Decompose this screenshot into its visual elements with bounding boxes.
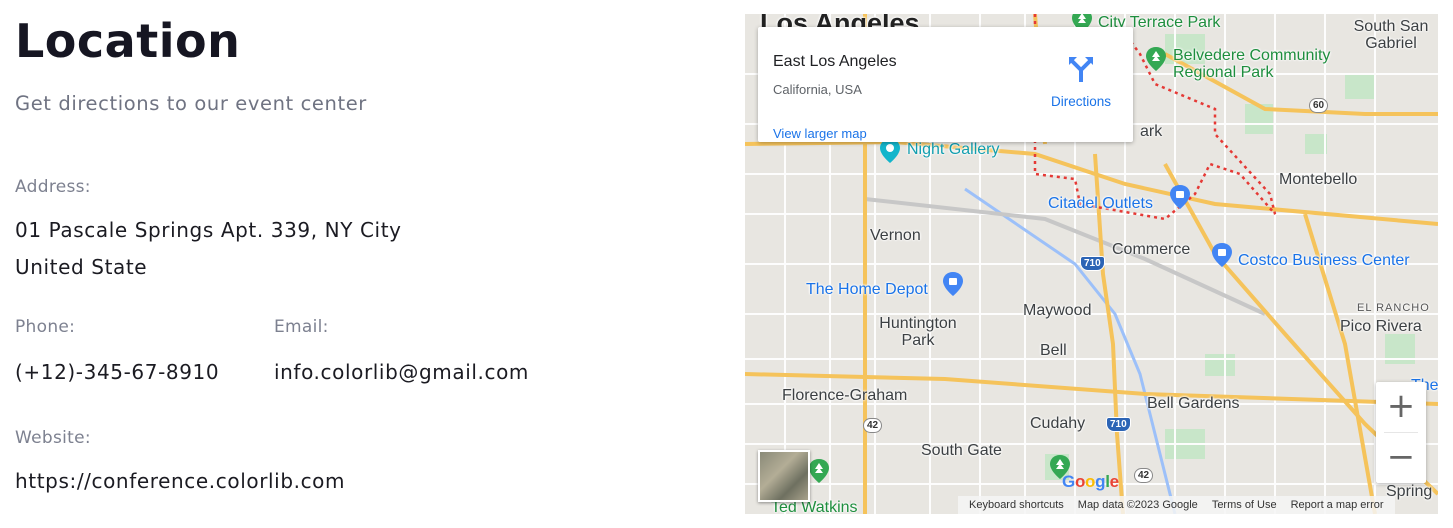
place-name: East Los Angeles (773, 53, 897, 70)
directions-icon (1069, 57, 1093, 82)
map-label-montebello: Montebello (1279, 171, 1358, 188)
map-label-south-gate: South Gate (921, 442, 1002, 459)
map-label-south-san-gabriel: South San Gabriel (1353, 18, 1429, 52)
zoom-in-button[interactable]: + (1376, 382, 1426, 432)
route-42-shield: 42 (863, 418, 883, 433)
zoom-out-button[interactable]: − (1376, 433, 1426, 483)
report-map-error-link[interactable]: Report a map error (1284, 499, 1391, 511)
route-710-shield: 710 (1106, 417, 1131, 432)
map-label-home-depot[interactable]: The Home Depot (806, 281, 928, 299)
google-logo: Google (1062, 472, 1119, 491)
shopping-pin-icon[interactable] (1169, 184, 1191, 210)
directions-button[interactable]: Directions (1043, 55, 1119, 109)
address-label: Address: (15, 177, 91, 197)
map-label-ark: ark (1140, 123, 1163, 140)
shopping-pin-icon[interactable] (942, 271, 964, 297)
map-label-bell: Bell (1040, 342, 1067, 359)
phone-label: Phone: (15, 317, 76, 337)
map-label-night-gallery[interactable]: Night Gallery (907, 141, 999, 159)
shopping-pin-icon[interactable] (1211, 242, 1233, 268)
email-value: info.colorlib@gmail.com (274, 360, 529, 384)
map-label-pico-rivera: Pico Rivera (1340, 318, 1422, 335)
route-710-shield: 710 (1080, 256, 1105, 271)
map-label-florence-graham: Florence-Graham (782, 387, 908, 404)
website-label: Website: (15, 428, 91, 448)
map-label-costco[interactable]: Costco Business Center (1238, 252, 1410, 270)
route-60-shield: 60 (1309, 98, 1329, 113)
address-line-1: 01 Pascale Springs Apt. 339, NY City (15, 218, 402, 242)
phone-value: (+12)-345-67-8910 (15, 360, 220, 384)
map-label-vernon: Vernon (870, 227, 921, 244)
directions-label: Directions (1050, 94, 1112, 109)
map-label-belvedere-park[interactable]: Belvedere Community Regional Park (1173, 47, 1353, 81)
terms-of-use-link[interactable]: Terms of Use (1205, 499, 1284, 511)
embedded-map[interactable]: Los Angeles City Terrace Park South San … (745, 14, 1438, 514)
page-subtitle: Get directions to our event center (15, 92, 367, 115)
email-label: Email: (274, 317, 329, 337)
satellite-layer-toggle[interactable] (758, 450, 810, 502)
map-data-attribution: Map data ©2023 Google (1077, 499, 1198, 511)
address-line-2: United State (15, 255, 148, 279)
map-footer: Keyboard shortcuts Map data ©2023 Google… (958, 496, 1395, 514)
park-pin-icon[interactable] (808, 458, 830, 484)
route-42-shield: 42 (1134, 468, 1154, 483)
map-label-bell-gardens: Bell Gardens (1147, 395, 1240, 412)
map-label-el-rancho: EL RANCHO (1357, 302, 1430, 314)
map-label-commerce: Commerce (1112, 241, 1191, 258)
zoom-controls: + − (1376, 382, 1426, 483)
park-pin-icon[interactable] (1145, 46, 1167, 72)
place-info-card: East Los Angeles California, USA View la… (758, 27, 1133, 142)
view-larger-map-link[interactable]: View larger map (773, 126, 867, 141)
map-label-huntington-park: Huntington Park (879, 315, 957, 349)
page-title: Location (15, 14, 241, 68)
keyboard-shortcuts-link[interactable]: Keyboard shortcuts (962, 499, 1071, 511)
map-label-cudahy: Cudahy (1030, 415, 1086, 432)
map-label-citadel-outlets[interactable]: Citadel Outlets (1048, 195, 1153, 213)
website-value: https://conference.colorlib.com (15, 469, 346, 493)
place-region: California, USA (773, 82, 862, 97)
map-label-maywood: Maywood (1023, 302, 1092, 319)
